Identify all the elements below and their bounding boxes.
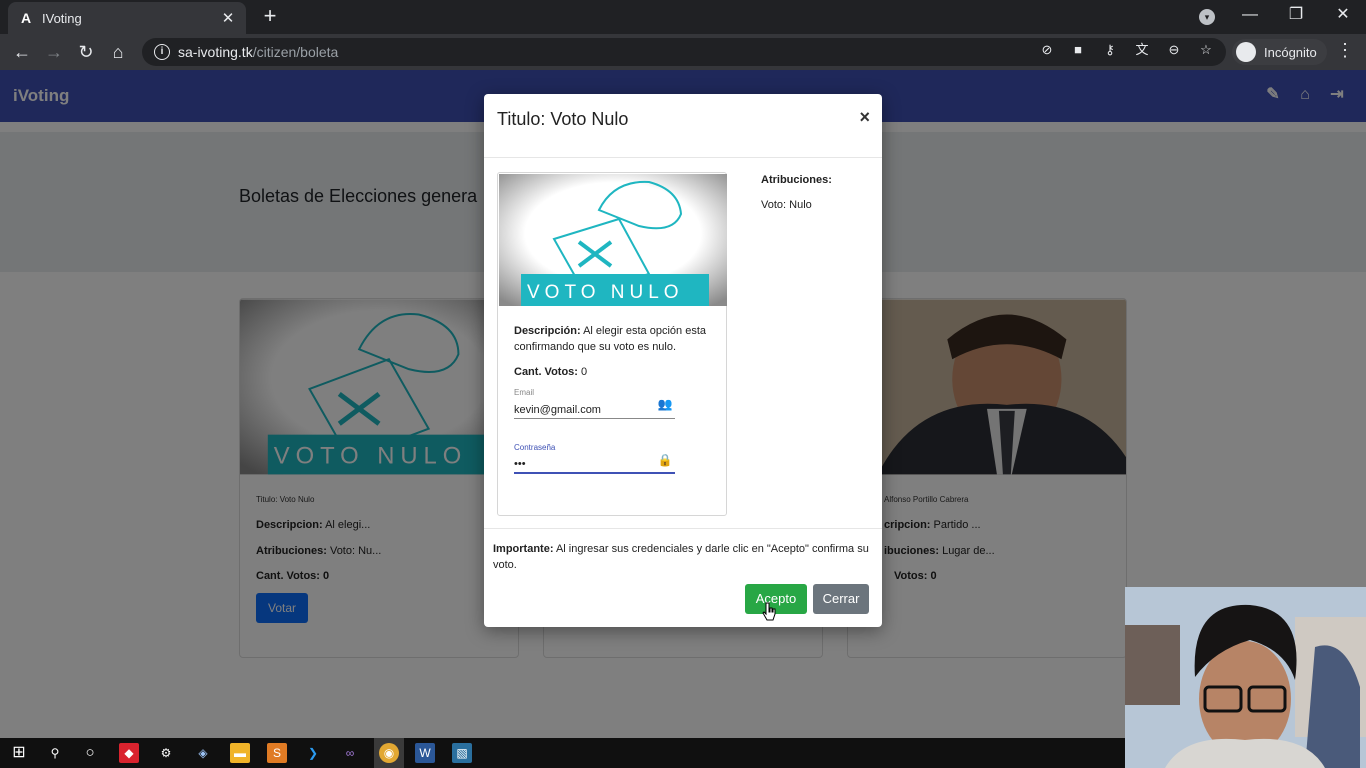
new-tab-icon[interactable]: + [259,5,281,28]
webcam-overlay [1125,587,1366,768]
browser-tab-strip: A IVoting ✕ + ▾ — ❐ ✕ [0,0,1366,34]
word-icon[interactable]: W [415,743,435,763]
tab-close-icon[interactable]: ✕ [220,9,236,27]
password-field[interactable] [514,456,675,474]
restore-icon[interactable]: ❐ [1273,0,1319,32]
option-votes: Cant. Votos: 0 [514,366,588,378]
window-close-icon[interactable]: ✕ [1320,0,1366,32]
file-explorer-icon[interactable]: ▬ [230,743,250,763]
people-icon: 👥 [657,397,673,411]
important-notice: Importante: Al ingresar sus credenciales… [493,543,869,571]
minimize-icon[interactable]: — [1227,0,1273,32]
lock-icon: 🔒 [657,453,673,467]
modal-title: Titulo: Voto Nulo [497,109,629,129]
incognito-icon [1236,42,1256,62]
email-field[interactable] [514,401,675,419]
tab-title: IVoting [42,10,82,26]
mouse-pointer-icon [762,602,776,621]
vscode-icon[interactable]: ❯ [303,743,323,763]
cortana-icon[interactable]: ○ [80,743,100,763]
site-info-icon[interactable]: i [154,44,170,60]
cancel-button[interactable]: Cerrar [813,584,869,614]
incognito-profile-button[interactable]: Incógnito [1232,39,1327,65]
box-app-icon[interactable]: ◈ [193,743,213,763]
url-path: /citizen/boleta [252,44,339,60]
atribuciones-value: Voto: Nulo [761,199,812,211]
angular-favicon-icon: A [20,10,32,26]
accept-button[interactable]: Acepto [745,584,807,614]
translate-icon[interactable]: 文 [1133,41,1151,59]
browser-tab[interactable]: A IVoting ✕ [8,2,246,34]
atribuciones-heading: Atribuciones: [761,174,832,186]
browser-menu-icon[interactable]: ⋮ [1336,40,1354,61]
option-description: Descripción: Al elegir esta opción esta … [514,325,706,353]
option-detail-card: VOTO NULO Descripción: Al elegir esta op… [497,172,727,516]
ballot-image-text: VOTO NULO [527,282,684,303]
password-label: Contraseña [514,443,556,452]
zoom-icon[interactable]: ⊖ [1165,41,1183,59]
voto-nulo-image: VOTO NULO [499,174,727,306]
vm-app-icon[interactable]: ▧ [452,743,472,763]
key-icon[interactable]: ⚷ [1101,41,1119,59]
search-icon[interactable]: ⚲ [45,743,65,763]
camera-blocked-icon[interactable]: ■ [1069,41,1087,59]
home-icon[interactable]: ⌂ [106,40,130,64]
anydesk-icon[interactable]: ◆ [119,743,139,763]
settings-app-icon[interactable]: ⚙ [156,743,176,763]
visual-studio-icon[interactable]: ∞ [340,743,360,763]
modal-header: Titulo: Voto Nulo × [484,94,882,158]
url-host: sa-ivoting.tk [178,44,253,60]
browser-toolbar: ← → ↻ ⌂ i sa-ivoting.tk/citizen/boleta ⊘… [0,34,1366,70]
tab-search-icon[interactable]: ▾ [1199,9,1215,25]
location-blocked-icon[interactable]: ⊘ [1038,41,1056,59]
chrome-icon[interactable]: ◉ [379,743,399,763]
email-label: Email [514,388,535,397]
back-icon[interactable]: ← [10,40,34,64]
address-bar[interactable]: i sa-ivoting.tk/citizen/boleta [142,38,1226,66]
close-icon[interactable]: × [859,107,870,128]
divider [484,528,882,529]
sublime-text-icon[interactable]: S [267,743,287,763]
incognito-label: Incógnito [1264,44,1317,60]
reload-icon[interactable]: ↻ [74,40,98,64]
windows-start-icon[interactable]: ⊞ [9,743,29,763]
star-icon[interactable]: ☆ [1197,41,1215,59]
vote-confirm-modal: Titulo: Voto Nulo × VOTO NULO Descripció… [484,94,882,627]
forward-icon[interactable]: → [42,40,66,64]
